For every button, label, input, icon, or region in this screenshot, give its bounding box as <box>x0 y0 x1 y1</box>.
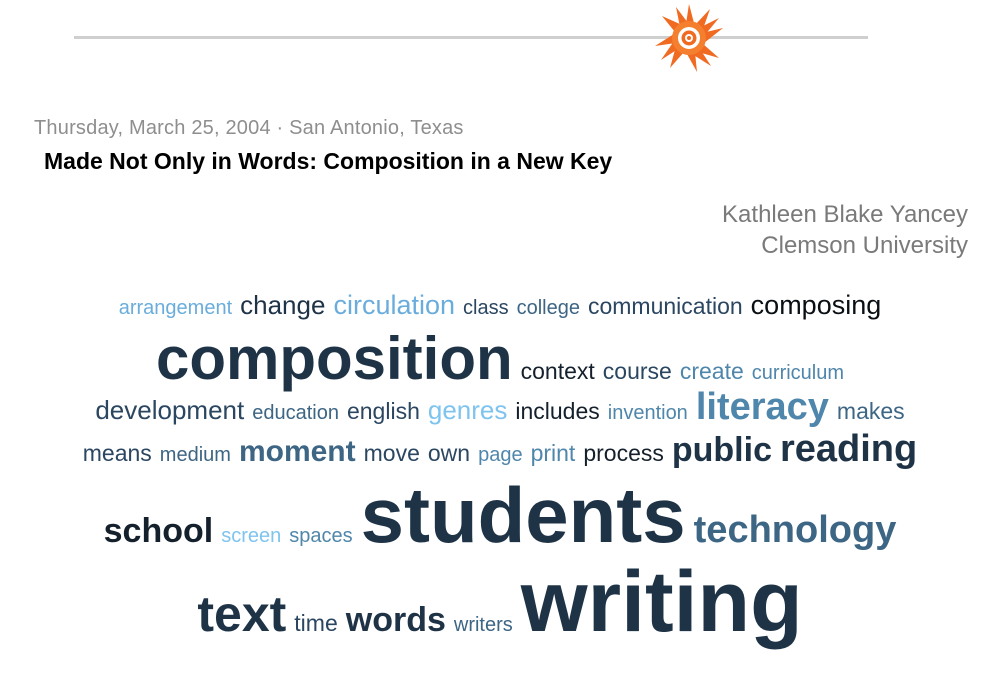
tag-includes[interactable]: includes <box>515 398 599 425</box>
tag-process[interactable]: process <box>583 440 664 467</box>
speaker-name: Kathleen Blake Yancey <box>722 201 968 228</box>
tag-context[interactable]: context <box>521 358 595 385</box>
tag-course[interactable]: course <box>603 358 672 385</box>
tag-school[interactable]: school <box>104 512 214 551</box>
tag-communication[interactable]: communication <box>588 293 743 320</box>
tag-means[interactable]: means <box>83 440 152 467</box>
tag-page[interactable]: page <box>478 444 523 467</box>
tag-writers[interactable]: writers <box>454 614 513 637</box>
tag-english[interactable]: english <box>347 398 420 425</box>
tag-literacy[interactable]: literacy <box>696 386 829 429</box>
tag-reading[interactable]: reading <box>780 428 917 471</box>
tag-education[interactable]: education <box>252 402 339 425</box>
tag-composition[interactable]: composition <box>156 324 513 393</box>
tag-time[interactable]: time <box>294 610 337 637</box>
tag-public[interactable]: public <box>672 431 772 470</box>
tag-makes[interactable]: makes <box>837 398 905 425</box>
tag-curriculum[interactable]: curriculum <box>752 362 844 385</box>
tag-arrangement[interactable]: arrangement <box>119 297 232 320</box>
tag-cloud-line-6: text time words writers writing <box>20 553 980 652</box>
tag-students[interactable]: students <box>361 470 686 561</box>
tag-invention[interactable]: invention <box>608 402 688 425</box>
speaker-block: Kathleen Blake Yancey Clemson University <box>722 199 968 261</box>
tag-create[interactable]: create <box>680 358 744 385</box>
tag-medium[interactable]: medium <box>160 444 231 467</box>
tag-cloud-line-4: means medium moment move own page print … <box>20 428 980 471</box>
tag-cloud-line-3: development education english genres inc… <box>20 386 980 429</box>
tag-college[interactable]: college <box>517 297 580 320</box>
tag-writing[interactable]: writing <box>521 553 803 652</box>
tag-cloud-line-1: arrangement change circulation class col… <box>20 290 980 321</box>
tag-move[interactable]: move <box>364 440 420 467</box>
tag-print[interactable]: print <box>531 440 576 467</box>
tag-cloud-line-5: school screen spaces students technology <box>20 470 980 561</box>
tag-cloud-line-2: composition context course create curric… <box>20 324 980 393</box>
tag-screen[interactable]: screen <box>221 525 281 548</box>
header-rule <box>74 36 868 39</box>
tag-words[interactable]: words <box>346 601 446 640</box>
tag-moment[interactable]: moment <box>239 435 356 469</box>
speaker-affiliation: Clemson University <box>761 232 968 259</box>
tag-text[interactable]: text <box>197 585 286 643</box>
talk-title: Made Not Only in Words: Composition in a… <box>44 148 613 174</box>
tag-circulation[interactable]: circulation <box>333 290 455 321</box>
dateline: Thursday, March 25, 2004 · San Antonio, … <box>34 117 464 139</box>
tag-own[interactable]: own <box>428 440 470 467</box>
tag-genres[interactable]: genres <box>428 395 508 426</box>
sun-logo-icon <box>655 4 723 72</box>
tag-spaces[interactable]: spaces <box>289 525 352 548</box>
tag-technology[interactable]: technology <box>694 509 897 552</box>
tag-composing[interactable]: composing <box>751 290 882 321</box>
tag-change[interactable]: change <box>240 290 325 321</box>
tag-class[interactable]: class <box>463 297 509 320</box>
tag-development[interactable]: development <box>95 395 244 426</box>
